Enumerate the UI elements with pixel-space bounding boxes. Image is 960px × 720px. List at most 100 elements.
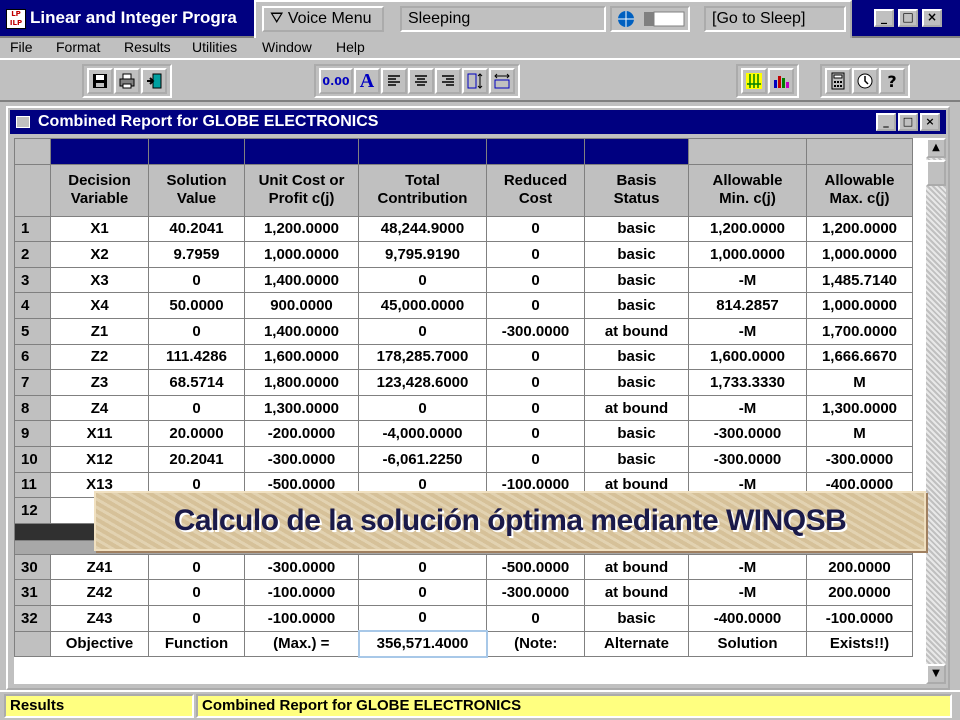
table-cell[interactable]: 0: [358, 394, 487, 422]
row-number[interactable]: 32: [14, 604, 51, 632]
table-cell[interactable]: 0: [148, 317, 245, 345]
table-cell[interactable]: -4,000.0000: [358, 420, 487, 447]
table-cell[interactable]: Z3: [50, 369, 149, 396]
table-cell[interactable]: -100.0000: [806, 604, 913, 632]
calculator-icon[interactable]: [825, 68, 851, 94]
close-button[interactable]: ×: [922, 9, 942, 27]
row-number[interactable]: 2: [14, 241, 51, 268]
row-number[interactable]: 4: [14, 292, 51, 319]
report-minimize-button[interactable]: _: [876, 113, 896, 131]
app-icon[interactable]: LP ILP: [6, 9, 26, 29]
scroll-down-icon[interactable]: ▼: [926, 664, 946, 684]
table-cell[interactable]: 0: [148, 579, 245, 606]
table-cell[interactable]: 1,600.0000: [688, 343, 807, 371]
table-cell[interactable]: 200.0000: [806, 579, 913, 606]
table-cell[interactable]: M: [806, 420, 913, 447]
table-cell[interactable]: 111.4286: [148, 343, 245, 371]
row-number[interactable]: 6: [14, 343, 51, 371]
table-cell[interactable]: at bound: [584, 394, 689, 422]
table-cell[interactable]: 1,666.6670: [806, 343, 913, 371]
table-cell[interactable]: 0: [486, 369, 585, 396]
table-cell[interactable]: 1,700.0000: [806, 317, 913, 345]
row-number[interactable]: 10: [14, 445, 51, 473]
row-number[interactable]: 31: [14, 579, 51, 606]
align-left-icon[interactable]: [381, 68, 407, 94]
corner-cell[interactable]: [14, 163, 51, 217]
table-cell[interactable]: -400.0000: [688, 604, 807, 632]
bar-chart-icon[interactable]: [768, 68, 794, 94]
table-cell[interactable]: Z43: [50, 604, 149, 632]
table-cell[interactable]: 45,000.0000: [358, 292, 487, 319]
table-cell[interactable]: basic: [584, 369, 689, 396]
table-cell[interactable]: 1,600.0000: [244, 343, 359, 371]
vertical-scrollbar[interactable]: ▲ ▼: [926, 138, 946, 684]
table-cell[interactable]: 0: [358, 317, 487, 345]
table-cell[interactable]: -M: [688, 317, 807, 345]
table-cell[interactable]: 1,400.0000: [244, 266, 359, 294]
report-maximize-button[interactable]: □: [898, 113, 918, 131]
table-cell[interactable]: basic: [584, 420, 689, 447]
table-cell[interactable]: basic: [584, 215, 689, 243]
table-cell[interactable]: 9.7959: [148, 241, 245, 268]
table-cell[interactable]: 1,800.0000: [244, 369, 359, 396]
menu-results[interactable]: Results: [124, 39, 171, 55]
objective-cell[interactable]: Exists!!): [806, 630, 913, 658]
menu-format[interactable]: Format: [56, 39, 100, 55]
table-cell[interactable]: Z41: [50, 553, 149, 581]
table-cell[interactable]: -300.0000: [688, 420, 807, 447]
table-cell[interactable]: 0: [358, 579, 487, 606]
table-cell[interactable]: 0: [486, 215, 585, 243]
voice-menu-button[interactable]: ⛛ Voice Menu: [262, 6, 384, 32]
table-cell[interactable]: M: [806, 369, 913, 396]
table-cell[interactable]: basic: [584, 604, 689, 632]
menu-window[interactable]: Window: [262, 39, 312, 55]
clock-icon[interactable]: [852, 68, 878, 94]
table-cell[interactable]: -300.0000: [806, 445, 913, 473]
table-cell[interactable]: basic: [584, 266, 689, 294]
table-cell[interactable]: 0: [148, 553, 245, 581]
help-icon[interactable]: ?: [879, 68, 905, 94]
row-height-icon[interactable]: [462, 68, 488, 94]
table-cell[interactable]: 0: [486, 420, 585, 447]
table-cell[interactable]: 20.0000: [148, 420, 245, 447]
table-cell[interactable]: Z4: [50, 394, 149, 422]
table-cell[interactable]: X11: [50, 420, 149, 447]
table-cell[interactable]: -6,061.2250: [358, 445, 487, 473]
table-cell[interactable]: 0: [358, 553, 487, 581]
table-cell[interactable]: 0: [486, 343, 585, 371]
table-cell[interactable]: -M: [688, 579, 807, 606]
table-cell[interactable]: 0: [486, 266, 585, 294]
table-cell[interactable]: 0: [148, 394, 245, 422]
table-cell[interactable]: 0: [358, 604, 487, 632]
table-cell[interactable]: 0: [486, 394, 585, 422]
decimal-icon[interactable]: 0.00: [319, 68, 353, 94]
table-cell[interactable]: 1,000.0000: [806, 292, 913, 319]
align-center-icon[interactable]: [408, 68, 434, 94]
scroll-thumb[interactable]: [926, 160, 946, 186]
table-cell[interactable]: 0: [148, 604, 245, 632]
table-cell[interactable]: Z1: [50, 317, 149, 345]
table-cell[interactable]: -300.0000: [244, 445, 359, 473]
table-cell[interactable]: X12: [50, 445, 149, 473]
table-cell[interactable]: X3: [50, 266, 149, 294]
objective-cell[interactable]: Function: [148, 630, 245, 658]
table-cell[interactable]: Z42: [50, 579, 149, 606]
table-cell[interactable]: 20.2041: [148, 445, 245, 473]
table-cell[interactable]: 1,733.3330: [688, 369, 807, 396]
col-header-allowable-min[interactable]: Allowable Min. c(j): [688, 163, 807, 217]
table-cell[interactable]: 1,000.0000: [244, 241, 359, 268]
table-cell[interactable]: 68.5714: [148, 369, 245, 396]
table-cell[interactable]: at bound: [584, 579, 689, 606]
table-cell[interactable]: 178,285.7000: [358, 343, 487, 371]
font-icon[interactable]: A: [354, 68, 380, 94]
table-cell[interactable]: 0: [486, 445, 585, 473]
row-number[interactable]: 1: [14, 215, 51, 243]
table-cell[interactable]: -100.0000: [244, 604, 359, 632]
table-cell[interactable]: at bound: [584, 317, 689, 345]
menu-file[interactable]: File: [10, 39, 33, 55]
row-number[interactable]: 12: [14, 497, 51, 524]
row-number[interactable]: 8: [14, 394, 51, 422]
table-cell[interactable]: 1,300.0000: [244, 394, 359, 422]
table-cell[interactable]: -M: [688, 266, 807, 294]
scroll-up-icon[interactable]: ▲: [926, 138, 946, 158]
